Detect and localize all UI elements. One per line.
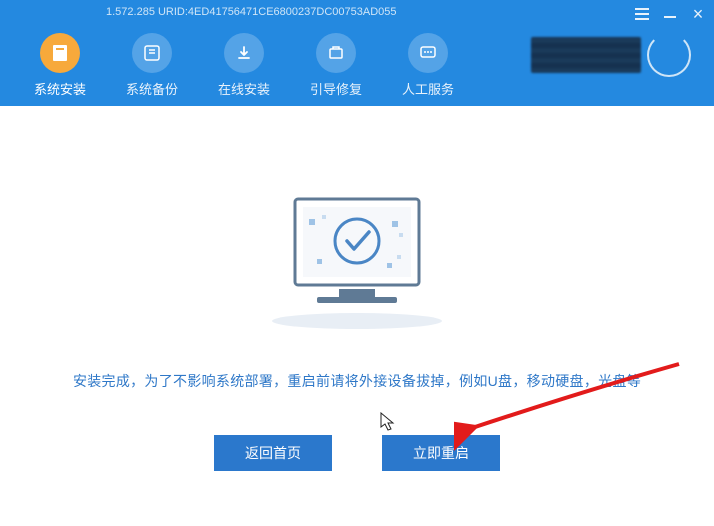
button-row: 返回首页 立即重启 <box>20 435 694 471</box>
nav-online-install[interactable]: 在线安装 <box>198 33 290 98</box>
minimize-icon <box>664 16 676 18</box>
completion-message: 安装完成，为了不影响系统部署，重启前请将外接设备拔掉，例如U盘，移动硬盘，光盘等 <box>20 371 694 391</box>
nav-system-install[interactable]: 系统安装 <box>14 33 106 98</box>
menu-icon <box>635 8 649 20</box>
success-illustration <box>247 171 467 331</box>
minimize-button[interactable] <box>660 4 680 24</box>
backup-icon <box>132 33 172 73</box>
repair-icon <box>316 33 356 73</box>
download-icon <box>224 33 264 73</box>
nav-label: 引导修复 <box>310 79 362 98</box>
menu-button[interactable] <box>632 4 652 24</box>
version-text: 1.572.285 URID:4ED41756471CE6800237DC007… <box>106 6 397 18</box>
nav-label: 系统备份 <box>126 79 178 98</box>
nav-system-backup[interactable]: 系统备份 <box>106 33 198 98</box>
nav-support[interactable]: 人工服务 <box>382 33 474 98</box>
promo-blur <box>531 37 641 73</box>
nav-label: 系统安装 <box>34 79 86 98</box>
restart-now-button[interactable]: 立即重启 <box>382 435 500 471</box>
nav-label: 人工服务 <box>402 79 454 98</box>
promo-area <box>531 32 696 78</box>
content-area: 安装完成，为了不影响系统部署，重启前请将外接设备拔掉，例如U盘，移动硬盘，光盘等… <box>0 106 714 471</box>
close-icon: × <box>693 5 704 23</box>
promo-spinner-icon <box>647 33 691 77</box>
title-bar: 1.572.285 URID:4ED41756471CE6800237DC007… <box>0 0 714 24</box>
nav-label: 在线安装 <box>218 79 270 98</box>
chat-icon <box>408 33 448 73</box>
window-controls: × <box>632 4 708 24</box>
nav-boot-repair[interactable]: 引导修复 <box>290 33 382 98</box>
header: 1.572.285 URID:4ED41756471CE6800237DC007… <box>0 0 714 106</box>
close-button[interactable]: × <box>688 4 708 24</box>
back-home-button[interactable]: 返回首页 <box>214 435 332 471</box>
install-icon <box>40 33 80 73</box>
